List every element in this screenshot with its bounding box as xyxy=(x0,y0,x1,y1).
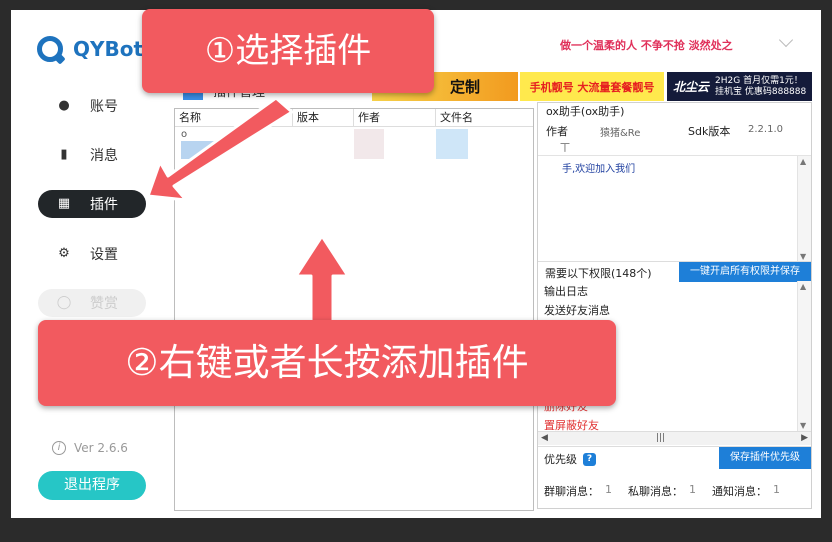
list-item[interactable]: 发送好友消息 xyxy=(544,302,610,318)
logo-icon xyxy=(37,36,63,62)
scroll-thumb[interactable]: ||| xyxy=(656,433,665,443)
scroll-right-icon[interactable]: ▶ xyxy=(801,433,808,443)
column-header-name[interactable]: 名称 xyxy=(175,109,293,126)
table-row[interactable]: o xyxy=(175,127,533,161)
sidebar-item-label: 插件 xyxy=(90,197,118,213)
priority-label: 优先级 xyxy=(544,453,577,466)
ad-banner-cloud[interactable]: 北尘云 2H2G 首月仅需1元！ 挂机宝 优惠码888888 xyxy=(667,72,812,101)
gear-icon: ⚙ xyxy=(58,246,70,261)
scroll-down-icon[interactable]: ▼ xyxy=(800,252,806,261)
plugin-table[interactable]: 名称 版本 作者 文件名 o xyxy=(174,108,534,511)
sdk-value: 2.2.1.0 xyxy=(748,124,783,135)
app-name: QYBot xyxy=(73,37,144,61)
redacted-cell xyxy=(181,141,219,159)
notify-msg-label: 通知消息： xyxy=(712,485,767,498)
author-value: 猿猪&Re xyxy=(600,128,641,139)
list-item[interactable]: 输出日志 xyxy=(544,283,588,299)
redacted-cell xyxy=(354,129,384,159)
scroll-down-icon[interactable]: ▼ xyxy=(800,421,806,430)
callout-step-1: ①选择插件 xyxy=(142,9,434,93)
permissions-label: 需要以下权限(148个) xyxy=(545,267,652,280)
author-label: 作者 xyxy=(546,125,568,138)
sidebar-item-account[interactable]: ● 账号 xyxy=(38,92,146,120)
callout-step-2: ②右键或者长按添加插件 xyxy=(38,320,616,406)
private-msg-label: 私聊消息： xyxy=(628,485,683,498)
group-msg-value: 1 xyxy=(605,483,612,496)
plugin-description[interactable]: 手,欢迎加入我们 ▲ ▼ xyxy=(538,155,811,262)
sidebar-item-messages[interactable]: ▮ 消息 xyxy=(38,141,146,169)
user-icon: ● xyxy=(58,98,70,113)
private-msg-value: 1 xyxy=(689,483,696,496)
chat-icon: ▮ xyxy=(60,147,68,162)
plugin-name: ox助手(ox助手) xyxy=(546,105,625,118)
scroll-up-icon[interactable]: ▲ xyxy=(800,282,806,291)
sidebar-item-plugins[interactable]: ▦ 插件 xyxy=(38,190,146,218)
message-counts: 群聊消息： 1 私聊消息： 1 通知消息： 1 xyxy=(544,483,796,499)
priority-row: 优先级 ? 保存插件优先级 xyxy=(538,446,811,469)
sdk-label: Sdk版本 xyxy=(688,125,731,138)
sidebar-item-settings[interactable]: ⚙ 设置 xyxy=(38,240,146,268)
app-logo: QYBot xyxy=(37,36,143,62)
notify-msg-value: 1 xyxy=(773,483,780,496)
description-scrollbar[interactable]: ▲ ▼ xyxy=(797,156,811,262)
ad-banner-phone-number[interactable]: 手机靓号 大流量套餐靓号 xyxy=(520,72,664,101)
permissions-scrollbar[interactable]: ▲ ▼ xyxy=(797,281,811,431)
table-header: 名称 版本 作者 文件名 xyxy=(175,109,533,127)
coin-icon: ◯ xyxy=(56,295,72,310)
save-priority-button[interactable]: 保存插件优先级 xyxy=(719,447,811,469)
enable-all-permissions-button[interactable]: 一键开启所有权限并保存 xyxy=(679,262,811,282)
sidebar-item-label: 消息 xyxy=(90,148,118,164)
sidebar-item-label: 账号 xyxy=(90,99,118,115)
sidebar-item-label: 赞赏 xyxy=(90,296,118,312)
scroll-up-icon[interactable]: ▲ xyxy=(800,157,806,166)
column-header-author[interactable]: 作者 xyxy=(354,109,436,126)
chevron-down-icon[interactable] xyxy=(778,35,796,49)
sidebar-item-donate[interactable]: ◯ 赞赏 xyxy=(38,289,146,317)
permissions-header: 需要以下权限(148个) 一键开启所有权限并保存 xyxy=(538,261,811,282)
help-icon[interactable]: ? xyxy=(583,452,596,466)
info-icon: i xyxy=(52,441,66,455)
grid-icon: ▦ xyxy=(57,196,71,211)
group-msg-label: 群聊消息： xyxy=(544,485,599,498)
sidebar-item-label: 设置 xyxy=(90,247,118,263)
column-header-version[interactable]: 版本 xyxy=(293,109,354,126)
slogan-text: 做一个温柔的人 不争不抢 淡然处之 xyxy=(560,39,733,52)
redacted-cell xyxy=(436,129,468,159)
scroll-left-icon[interactable]: ◀ xyxy=(541,433,548,443)
permissions-hscrollbar[interactable]: ◀ ||| ▶ xyxy=(538,431,811,445)
version-label: i Ver 2.6.6 xyxy=(52,441,128,455)
column-header-filename[interactable]: 文件名 xyxy=(436,109,532,126)
exit-button[interactable]: 退出程序 xyxy=(38,471,146,500)
plugin-detail-panel: ox助手(ox助手) 作者 猿猪&Re Sdk版本 2.2.1.0 丅 手,欢迎… xyxy=(537,102,812,509)
